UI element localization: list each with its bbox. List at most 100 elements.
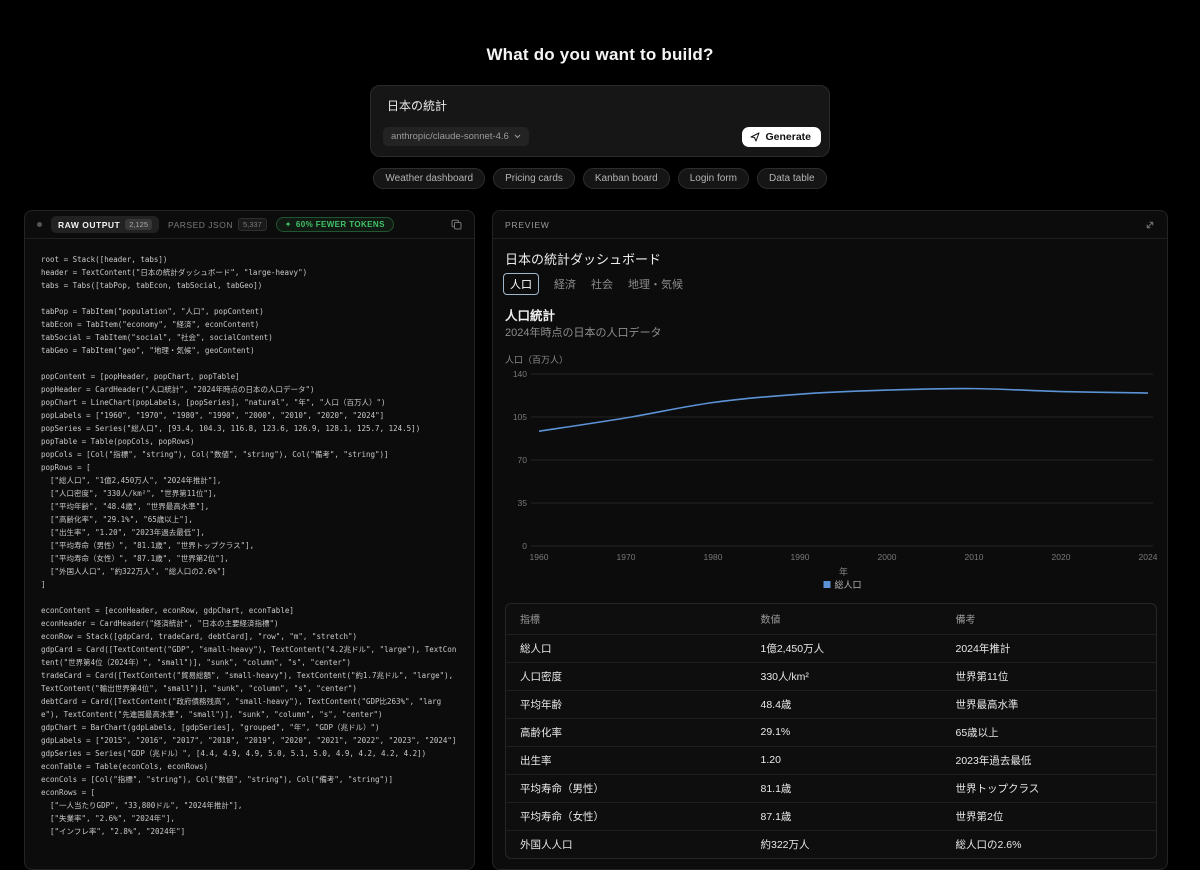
table-cell: 約322万人 <box>746 829 942 858</box>
table-cell: 平均寿命（女性） <box>506 801 747 830</box>
tab-parsed-json[interactable]: PARSED JSON 5,337 <box>168 218 267 231</box>
svg-text:70: 70 <box>518 455 528 465</box>
code-line: econRow = Stack([gdpCard, tradeCard, deb… <box>41 632 358 641</box>
code-line: econCols = [Col("指標", "string"), Col("数値… <box>41 775 394 784</box>
parsed-json-token-badge: 5,337 <box>237 218 267 231</box>
generate-button[interactable]: Generate <box>742 127 821 147</box>
raw-output-token-badge: 2,125 <box>125 219 153 230</box>
table-cell: 1.20 <box>746 745 942 774</box>
code-line: tabEcon = TabItem("economy", "経済", econC… <box>41 320 260 329</box>
table-cell: 330人/km² <box>746 661 942 690</box>
code-line: popContent = [popHeader, popChart, popTa… <box>41 372 240 381</box>
table-cell: 2023年過去最低 <box>941 745 1156 774</box>
suggestion-chip[interactable]: Pricing cards <box>493 168 575 189</box>
tab-parsed-json-label: PARSED JSON <box>168 219 233 230</box>
svg-text:1990: 1990 <box>791 552 810 562</box>
table-cell: 29.1% <box>746 717 942 746</box>
table-column-header: 備考 <box>955 615 976 627</box>
svg-text:35: 35 <box>518 498 528 508</box>
model-selector[interactable]: anthropic/claude-sonnet-4.6 <box>383 127 529 146</box>
raw-output-code[interactable]: root = Stack([header, tabs]) header = Tex… <box>25 239 474 852</box>
section-heading: 人口統計 <box>505 309 556 323</box>
population-line-chart: 人口（百万人） 0 35 70 105 140 1960 1970 1980 1990 2000 20… <box>505 355 1157 590</box>
generate-label: Generate <box>765 131 811 143</box>
suggestion-chip[interactable]: Kanban board <box>582 168 670 189</box>
table-cell: 48.4歳 <box>746 689 942 718</box>
suggestion-chip[interactable]: Login form <box>677 168 749 189</box>
table-row: 総人口 1億2,450万人 2024年推計 <box>506 633 1156 662</box>
code-line: root = Stack([header, tabs]) <box>41 255 168 264</box>
code-line: econContent = [econHeader, econRow, gdpC… <box>41 606 294 615</box>
suggestion-chips: Weather dashboard Pricing cards Kanban boa… <box>0 168 1200 189</box>
prompt-card: 日本の統計 anthropic/claude-sonnet-4.6 Genera… <box>370 85 830 157</box>
code-line: ["平均寿命（男性）", "81.1歳", "世界トップクラス"], <box>41 541 255 550</box>
table-cell: 人口密度 <box>506 661 747 690</box>
code-line: econHeader = CardHeader("経済統計", "日本の主要経済… <box>41 619 279 628</box>
code-line: popTable = Table(popCols, popRows) <box>41 437 195 446</box>
table-header-row: 指標 数値 備考 <box>506 604 1156 634</box>
code-line: ["インフレ率", "2.8%", "2024年"] <box>41 827 186 836</box>
code-line: popHeader = CardHeader("人口統計", "2024年時点の… <box>41 385 315 394</box>
status-dot-icon <box>37 222 42 227</box>
page-title: What do you want to build? <box>486 45 714 64</box>
table-cell: 2024年推計 <box>941 633 1156 662</box>
tab-raw-output[interactable]: RAW OUTPUT 2,125 <box>51 216 160 233</box>
preview-tab[interactable]: 経済 <box>554 276 576 292</box>
code-line: debtCard = Card([TextContent("政府債務残高", "… <box>41 697 442 719</box>
table-cell: 出生率 <box>506 745 747 774</box>
code-line: ["総人口", "1億2,450万人", "2024年推計"], <box>41 476 222 485</box>
svg-text:2010: 2010 <box>965 552 984 562</box>
table-cell: 81.1歳 <box>746 773 942 802</box>
preview-tab[interactable]: 地理・気候 <box>628 276 683 292</box>
table-cell: 高齢化率 <box>506 717 747 746</box>
svg-text:140: 140 <box>513 369 527 379</box>
preview-panel-header: PREVIEW <box>493 211 1167 239</box>
copy-button[interactable] <box>451 219 462 230</box>
code-line: popCols = [Col("指標", "string"), Col("数値"… <box>41 450 389 459</box>
svg-text:1980: 1980 <box>704 552 723 562</box>
table-column-header: 指標 <box>520 615 540 627</box>
expand-icon <box>1146 221 1154 228</box>
code-line: ["平均寿命（女性）", "87.1歳", "世界第2位"], <box>41 554 229 563</box>
expand-button[interactable] <box>1145 220 1155 230</box>
code-line: tabSocial = TabItem("social", "社会", soci… <box>41 333 273 342</box>
preview-tab[interactable]: 社会 <box>591 276 613 292</box>
table-row: 平均寿命（男性） 81.1歳 世界トップクラス <box>506 773 1156 802</box>
code-line: econTable = Table(econCols, econRows) <box>41 762 209 771</box>
table-cell: 平均寿命（男性） <box>506 773 747 802</box>
table-cell: 総人口の2.6% <box>941 829 1156 858</box>
preview-tab[interactable]: 人口 <box>503 273 539 295</box>
copy-icon <box>451 219 462 230</box>
code-line: popChart = LineChart(popLabels, [popSeri… <box>41 398 386 407</box>
table-cell: 世界第11位 <box>941 661 1156 690</box>
svg-text:0: 0 <box>522 541 527 551</box>
code-line: ["出生率", "1.20", "2023年過去最低"], <box>41 528 205 537</box>
fewer-tokens-label: 60% FEWER TOKENS <box>295 220 385 229</box>
prompt-input[interactable]: 日本の統計 <box>387 97 447 114</box>
table-cell: 世界最高水準 <box>941 689 1156 718</box>
table-cell: 平均年齢 <box>506 689 747 718</box>
code-line: gdpChart = BarChart(gdpLabels, [gdpSerie… <box>41 723 380 732</box>
table-column-header: 数値 <box>760 615 781 627</box>
table-row: 平均年齢 48.4歳 世界最高水準 <box>506 689 1156 718</box>
svg-text:1970: 1970 <box>617 552 636 562</box>
preview-panel: PREVIEW 日本の統計ダッシュボード 人口 経済 社会 地理・気候 人口統計 20… <box>492 210 1168 870</box>
preview-tabs: 人口 経済 社会 地理・気候 <box>503 273 683 295</box>
svg-text:人口（百万人）: 人口（百万人） <box>505 355 568 365</box>
code-line: tradeCard = Card([TextContent("貿易総額", "s… <box>41 671 458 693</box>
preview-dashboard-title: 日本の統計ダッシュボード <box>505 252 662 267</box>
svg-text:2000: 2000 <box>878 552 897 562</box>
section-subheading: 2024年時点の日本の人口データ <box>505 327 662 339</box>
table-cell: 世界トップクラス <box>941 773 1156 802</box>
table-row: 外国人人口 約322万人 総人口の2.6% <box>506 829 1156 858</box>
preview-header-label: PREVIEW <box>505 219 550 230</box>
code-line: ] <box>41 580 46 589</box>
svg-text:総人口: 総人口 <box>835 579 862 590</box>
suggestion-chip[interactable]: Data table <box>756 168 827 189</box>
code-line: popRows = [ <box>41 463 91 472</box>
code-line: gdpLabels = ["2015", "2016", "2017", "20… <box>41 736 457 745</box>
table-row: 高齢化率 29.1% 65歳以上 <box>506 717 1156 746</box>
suggestion-chip[interactable]: Weather dashboard <box>373 168 486 189</box>
svg-text:年: 年 <box>839 566 848 577</box>
